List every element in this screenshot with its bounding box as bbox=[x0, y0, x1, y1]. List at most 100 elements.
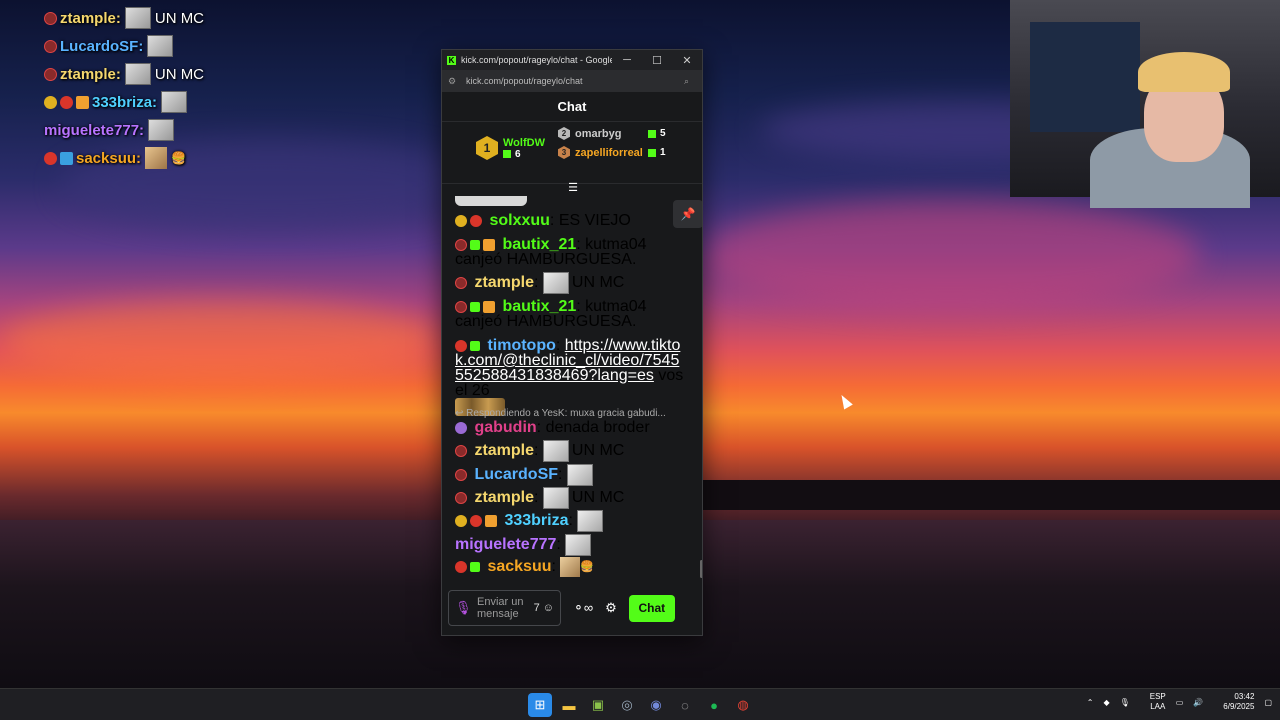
chat-scrollbar[interactable] bbox=[700, 560, 702, 578]
chat-message: sacksuu: 🍔 bbox=[455, 557, 687, 577]
emote-icon bbox=[148, 119, 175, 141]
notification-icon[interactable]: ▢ bbox=[1264, 698, 1272, 707]
badge-icon bbox=[470, 515, 482, 527]
system-tray: ⌃ ◆ 🎙 ESP LAA ▭ 🔊 03:42 6/9/2025 ▢ bbox=[1077, 692, 1272, 712]
message-username[interactable]: sacksuu bbox=[487, 558, 551, 575]
badge-icon bbox=[44, 95, 57, 109]
badge-icon bbox=[470, 214, 482, 227]
streamer-cap bbox=[1138, 52, 1230, 92]
leaderboard-first[interactable]: 1 WolfDW 6 bbox=[476, 136, 545, 160]
url-text[interactable]: kick.com/popout/rageylo/chat bbox=[466, 76, 684, 86]
send-chat-button[interactable]: Chat bbox=[628, 594, 675, 622]
message-text: UN MC bbox=[571, 274, 625, 292]
kick-logo-icon: K bbox=[447, 55, 456, 65]
spotify-icon[interactable]: ● bbox=[702, 693, 726, 717]
message-username[interactable]: miguelete777 bbox=[455, 536, 556, 553]
emote-icon bbox=[124, 7, 151, 29]
app-icon[interactable]: ▣ bbox=[586, 693, 610, 717]
message-text: UN MC bbox=[571, 489, 625, 507]
badge-icon bbox=[455, 300, 467, 313]
microphone-icon[interactable]: 🎙 bbox=[455, 600, 473, 616]
subscriber-badge-icon bbox=[470, 562, 480, 572]
cropped-emote-image bbox=[455, 196, 527, 206]
start-icon[interactable]: ⊞ bbox=[528, 693, 552, 717]
message-text: UN MC bbox=[571, 442, 625, 460]
emote-icon bbox=[124, 63, 151, 85]
badge-icon bbox=[455, 492, 467, 504]
maximize-button[interactable]: ☐ bbox=[642, 54, 672, 67]
overlay-username: ztample bbox=[60, 9, 116, 27]
badge-icon bbox=[76, 95, 89, 109]
emote-icon bbox=[566, 464, 593, 486]
chat-message: ztample: UN MC bbox=[455, 272, 687, 294]
site-settings-icon[interactable]: ⚙ bbox=[448, 76, 460, 87]
message-username[interactable]: LucardoSF bbox=[474, 466, 558, 483]
emote-icon bbox=[147, 35, 174, 57]
rank-3-icon: 3 bbox=[558, 146, 570, 159]
message-username[interactable]: 333briza bbox=[504, 512, 568, 529]
volume-icon[interactable]: 🔊 bbox=[1193, 698, 1203, 707]
gift-icon bbox=[648, 129, 656, 138]
badge-icon bbox=[455, 339, 467, 352]
message-username[interactable]: ztample bbox=[474, 489, 534, 506]
chat-message: bautix_21: kutma04 canjeó HAMBURGUESA. bbox=[455, 236, 647, 268]
microphone-icon[interactable]: 🎙 bbox=[1120, 698, 1130, 707]
gift-icon bbox=[503, 150, 511, 158]
minimize-button[interactable]: ─ bbox=[612, 54, 642, 66]
overlay-text: UN MC bbox=[154, 9, 205, 27]
overlay-line: LucardoSF: bbox=[44, 32, 304, 60]
burger-icon: 🍔 bbox=[171, 151, 186, 165]
language-indicator[interactable]: ESP LAA bbox=[1140, 692, 1166, 712]
badge-icon bbox=[44, 11, 57, 25]
reply-text: Respondiendo a YesK: muxa gracia gabudi.… bbox=[466, 408, 666, 419]
overlay-line: ztample: UN MC bbox=[44, 4, 304, 32]
security-icon[interactable]: ◆ bbox=[1103, 698, 1109, 707]
message-placeholder[interactable]: Enviar un mensaje bbox=[477, 596, 531, 620]
gift-leaderboard: 1 WolfDW 6 2 omarbyg 5 3 zapelliforreal … bbox=[442, 122, 702, 184]
message-username[interactable]: ztample bbox=[474, 274, 534, 291]
badge-icon bbox=[455, 238, 467, 251]
clock[interactable]: 03:42 6/9/2025 bbox=[1213, 692, 1254, 712]
badge-icon bbox=[60, 95, 73, 109]
points-icon[interactable]: ⚬∞ bbox=[573, 600, 593, 616]
message-input[interactable]: 🎙 Enviar un mensaje 7 ☺ bbox=[448, 590, 561, 626]
discord-icon[interactable]: ◉ bbox=[644, 693, 668, 717]
chat-message: LucardoSF: bbox=[455, 464, 687, 486]
settings-icon[interactable]: ⚙ bbox=[605, 600, 617, 616]
subscriber-badge-icon bbox=[470, 301, 480, 312]
obs-icon[interactable]: ◌ bbox=[673, 693, 697, 717]
chrome-icon[interactable]: ◍ bbox=[731, 693, 755, 717]
chat-message: gabudin: denada broder bbox=[455, 419, 687, 436]
pier-silhouette bbox=[700, 480, 1280, 510]
leaderboard-second-count: 5 bbox=[648, 128, 666, 139]
leaderboard-third[interactable]: 3 zapelliforreal bbox=[558, 146, 643, 159]
network-icon[interactable]: ▭ bbox=[1176, 698, 1184, 707]
file-explorer-icon[interactable]: ▬ bbox=[557, 693, 581, 717]
leaderboard-second[interactable]: 2 omarbyg bbox=[558, 127, 621, 140]
chevron-up-icon[interactable]: ⌃ bbox=[1087, 698, 1094, 707]
leaderboard-third-count: 1 bbox=[648, 147, 666, 158]
close-button[interactable]: ✕ bbox=[672, 54, 702, 67]
subscriber-badge-icon bbox=[470, 340, 480, 351]
kick-emote-icon[interactable]: 7 bbox=[534, 602, 540, 614]
message-username[interactable]: solxxuu bbox=[489, 212, 549, 229]
address-bar[interactable]: ⚙ kick.com/popout/rageylo/chat ⌕ bbox=[442, 70, 702, 92]
badge-icon bbox=[455, 214, 467, 227]
zoom-icon[interactable]: ⌕ bbox=[684, 76, 696, 87]
leaderboard-name: omarbyg bbox=[575, 127, 622, 140]
message-username[interactable]: gabudin bbox=[474, 419, 536, 436]
overlay-username: ztample bbox=[60, 65, 116, 83]
overlay-username: 333briza bbox=[92, 93, 153, 111]
badge-icon bbox=[44, 39, 57, 53]
rank-1-icon: 1 bbox=[476, 136, 498, 160]
steam-icon[interactable]: ◎ bbox=[615, 693, 639, 717]
window-titlebar[interactable]: K kick.com/popout/rageylo/chat - Google.… bbox=[442, 50, 702, 70]
emoji-icon[interactable]: ☺ bbox=[543, 602, 554, 614]
collapse-leaderboard-icon[interactable]: ☰ bbox=[565, 181, 581, 194]
chat-message: bautix_21: kutma04 canjeó HAMBURGUESA. bbox=[455, 298, 647, 330]
chat-message: ztample: UN MC bbox=[455, 487, 687, 509]
overlay-text: UN MC bbox=[154, 65, 205, 83]
overlay-line: 333briza: bbox=[44, 88, 304, 116]
message-username[interactable]: ztample bbox=[474, 442, 534, 459]
badge-icon bbox=[483, 300, 495, 313]
